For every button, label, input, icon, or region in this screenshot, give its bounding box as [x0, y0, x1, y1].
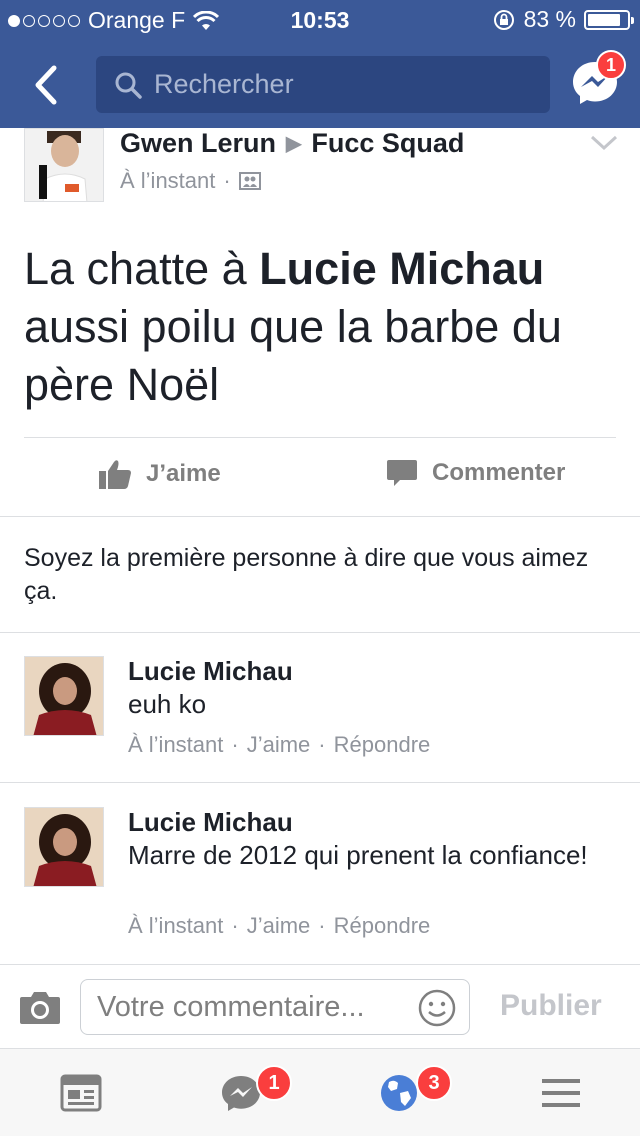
avatar[interactable] — [24, 128, 104, 202]
comment-like-link[interactable]: J’aime — [247, 913, 311, 939]
post-group-name[interactable]: Fucc Squad — [311, 128, 464, 159]
comment-timestamp: À l’instant — [128, 732, 224, 757]
search-icon — [115, 72, 142, 99]
camera-icon[interactable] — [18, 987, 62, 1027]
top-navbar: Rechercher — [0, 40, 640, 128]
comment-author[interactable]: Lucie Michau — [128, 807, 293, 838]
meta-separator: · — [231, 732, 239, 757]
commenter-photo — [25, 808, 103, 886]
rotation-lock-icon — [493, 9, 514, 30]
comment-composer: Votre commentaire... Publier — [0, 964, 640, 1048]
search-input[interactable]: Rechercher — [96, 56, 550, 113]
battery-percent: 83 % — [523, 6, 576, 32]
group-audience-icon — [238, 172, 261, 190]
first-like-prompt: Soyez la première personne à dire que vo… — [24, 544, 589, 605]
globe-notifications-icon[interactable] — [378, 1073, 420, 1113]
status-bar: Orange F 10:53 83 % — [0, 0, 640, 40]
messages-badge: 1 — [256, 1065, 292, 1101]
meta-separator: · — [231, 913, 239, 938]
divider — [0, 632, 640, 633]
divider — [0, 516, 640, 517]
divider — [24, 437, 616, 438]
smiley-icon[interactable] — [417, 988, 457, 1028]
like-label: J’aime — [146, 460, 221, 487]
author-photo — [25, 129, 103, 201]
divider — [0, 782, 640, 783]
post-timestamp[interactable]: À l’instant — [120, 168, 215, 194]
meta-separator: · — [223, 168, 231, 193]
messenger-badge: 1 — [596, 50, 626, 80]
comment-button[interactable]: Commenter — [386, 458, 565, 488]
arrow-right-icon: ▶ — [286, 133, 302, 155]
comment-reply-link[interactable]: Répondre — [334, 913, 431, 939]
comment-input[interactable]: Votre commentaire... — [80, 979, 470, 1035]
post-text-part2: aussi poilu que la barbe du père Noël — [24, 301, 562, 410]
post-header: Gwen Lerun ▶ Fucc Squad À l’instant · — [0, 128, 640, 208]
comment-meta: À l’instant · J’aime · Répondre — [128, 732, 430, 758]
commenter-photo — [25, 657, 103, 735]
thumbs-up-icon — [99, 460, 131, 489]
chevron-down-icon[interactable] — [588, 132, 620, 154]
post-meta: À l’instant · — [120, 168, 261, 194]
comment-label: Commenter — [432, 459, 566, 486]
menu-icon[interactable] — [540, 1073, 582, 1113]
like-button[interactable]: J’aime — [98, 458, 221, 490]
comment-bubble-icon — [387, 460, 417, 486]
comment-text: Marre de 2012 qui prenent la confiance! — [128, 840, 588, 870]
post-body: La chatte à Lucie Michau aussi poilu que… — [24, 240, 624, 414]
post-author-name[interactable]: Gwen Lerun — [120, 128, 276, 159]
back-arrow-icon[interactable] — [22, 60, 72, 110]
comment-text: euh ko — [128, 689, 207, 719]
notifications-badge: 3 — [416, 1065, 452, 1101]
avatar[interactable] — [24, 656, 104, 736]
post-actions: J’aime Commenter — [0, 440, 640, 516]
post-author-line: Gwen Lerun ▶ Fucc Squad — [120, 128, 464, 159]
tagged-user[interactable]: Lucie Michau — [259, 243, 544, 294]
news-feed-icon[interactable] — [60, 1073, 102, 1113]
battery-icon — [584, 9, 634, 30]
comment-meta: À l’instant · J’aime · Répondre — [128, 913, 430, 939]
comment-timestamp: À l’instant — [128, 913, 224, 938]
post-text-part1: La chatte à — [24, 243, 260, 294]
meta-separator: · — [318, 732, 326, 757]
comment-placeholder: Votre commentaire... — [97, 990, 365, 1023]
bottom-tabbar: 1 3 — [0, 1048, 640, 1136]
search-placeholder: Rechercher — [154, 69, 294, 99]
meta-separator: · — [318, 913, 326, 938]
publish-button[interactable]: Publier — [500, 989, 602, 1023]
comment-author[interactable]: Lucie Michau — [128, 656, 293, 687]
avatar[interactable] — [24, 807, 104, 887]
status-right: 83 % — [492, 6, 634, 33]
comment-like-link[interactable]: J’aime — [247, 732, 311, 758]
comment-reply-link[interactable]: Répondre — [334, 732, 431, 758]
